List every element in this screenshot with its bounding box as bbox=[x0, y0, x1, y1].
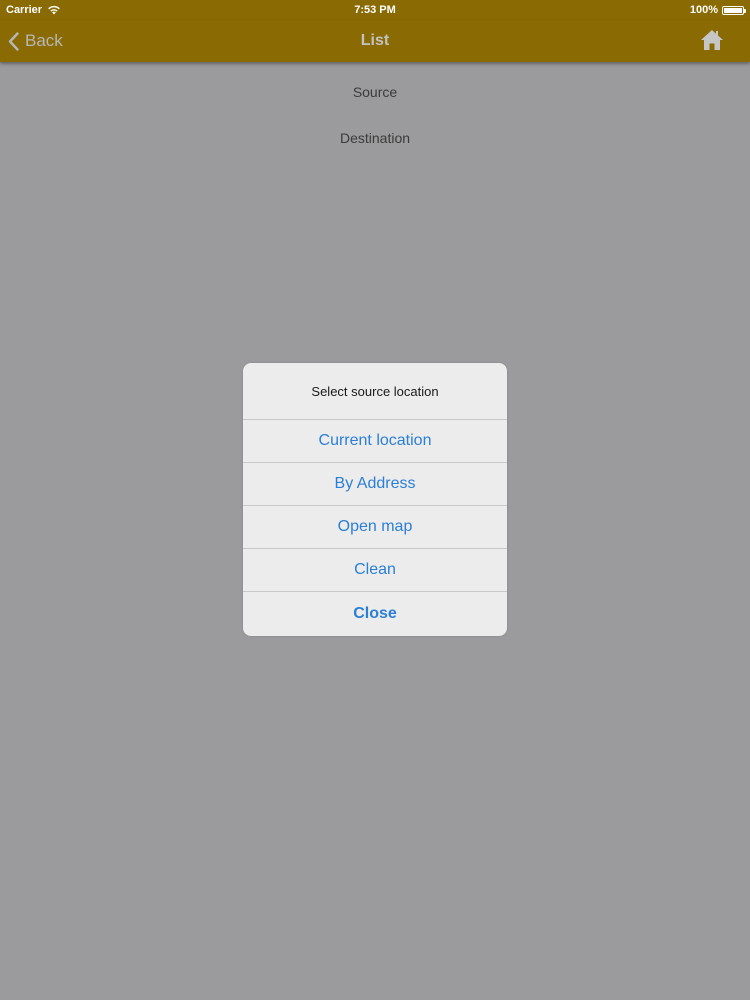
battery-fill bbox=[724, 7, 742, 13]
close-button[interactable]: Close bbox=[243, 592, 507, 635]
page-title: List bbox=[360, 32, 390, 49]
clean-button[interactable]: Clean bbox=[243, 549, 507, 592]
open-map-button[interactable]: Open map bbox=[243, 506, 507, 549]
navigation-bar: Back List bbox=[0, 20, 750, 62]
battery-icon bbox=[722, 5, 746, 15]
current-location-button[interactable]: Current location bbox=[243, 420, 507, 463]
battery-percent: 100% bbox=[689, 4, 718, 16]
source-location-alert: Select source location Current location … bbox=[243, 363, 507, 636]
home-icon bbox=[701, 30, 723, 50]
clock: 7:53 PM bbox=[354, 4, 396, 16]
source-label[interactable]: Source bbox=[0, 84, 750, 100]
status-bar: Carrier 7:53 PM 100% bbox=[0, 0, 750, 20]
home-button[interactable] bbox=[700, 29, 724, 51]
alert-title: Select source location bbox=[243, 363, 507, 420]
destination-label[interactable]: Destination bbox=[0, 130, 750, 146]
battery-group: 100% bbox=[689, 4, 746, 16]
by-address-button[interactable]: By Address bbox=[243, 463, 507, 506]
